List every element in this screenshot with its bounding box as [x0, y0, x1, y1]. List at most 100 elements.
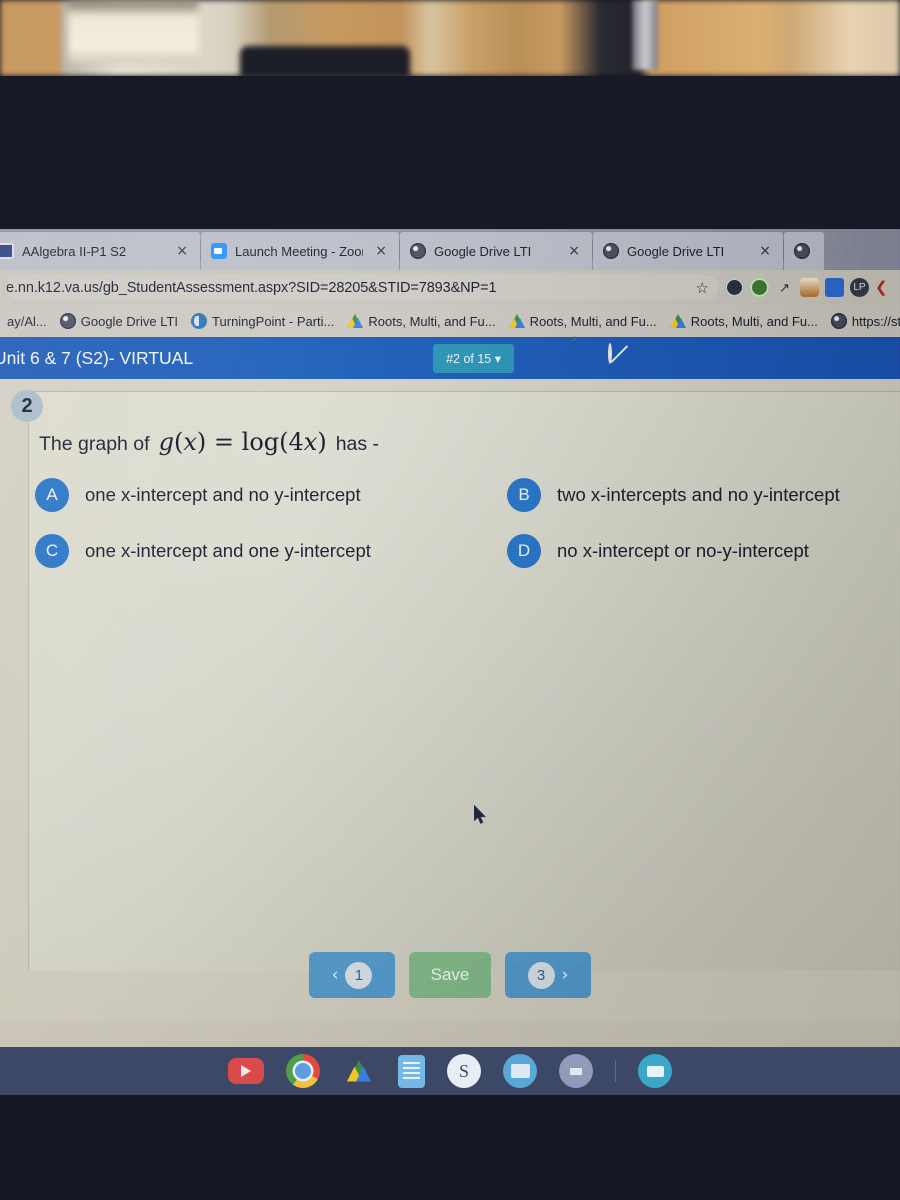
browser-tab-3-close-icon[interactable]: × — [564, 243, 584, 259]
chevron-right-icon: › — [561, 965, 569, 985]
browser-tab-2-label: Launch Meeting - Zoom — [235, 243, 364, 259]
google-drive-icon[interactable] — [342, 1054, 376, 1088]
google-drive-icon — [508, 314, 525, 328]
browser-toolbar: e.nn.k12.va.us/gb_StudentAssessment.aspx… — [0, 270, 900, 305]
bookmark-item-6[interactable]: https://stu — [828, 311, 900, 331]
browser-tab-4-label: Google Drive LTI — [627, 243, 725, 259]
assessment-title: Unit 6 & 7 (S2)- VIRTUAL — [0, 347, 194, 368]
browser-tab-4-close-icon[interactable]: × — [755, 243, 775, 259]
files-icon[interactable] — [503, 1054, 537, 1088]
next-question-button[interactable]: 3 › — [505, 952, 591, 998]
question-prompt-suffix: has - — [335, 433, 380, 455]
globe-icon — [794, 243, 810, 259]
browser-tab-3[interactable]: Google Drive LTI × — [400, 232, 592, 270]
answer-letter-c: C — [35, 534, 69, 568]
youtube-icon[interactable] — [228, 1058, 264, 1084]
bookmark-3-label: Roots, Multi, and Fu... — [368, 313, 496, 329]
zoom-icon — [211, 243, 227, 259]
puzzle-icon[interactable] — [825, 278, 844, 297]
answer-text-a: one x-intercept and no y-intercept — [85, 484, 361, 505]
browser-tab-2-close-icon[interactable]: × — [371, 243, 391, 259]
camera-icon[interactable] — [559, 1054, 593, 1088]
answer-letter-d: D — [507, 534, 541, 568]
chrome-icon[interactable] — [286, 1054, 320, 1088]
shelf-divider — [615, 1060, 616, 1082]
question-counter-dropdown[interactable]: #2 of 15 ▾ — [433, 343, 514, 373]
browser-tab-4[interactable]: Google Drive LTI × — [593, 232, 783, 270]
schoology-letter: S — [458, 1060, 469, 1081]
question-formula: g(x) = log(4x) — [158, 428, 327, 456]
answer-letter-a: A — [35, 478, 69, 512]
globe-icon — [830, 313, 847, 329]
globe-icon — [603, 243, 619, 259]
bookmark-item-3[interactable]: Roots, Multi, and Fu... — [344, 312, 498, 331]
address-bar[interactable]: e.nn.k12.va.us/gb_StudentAssessment.aspx… — [6, 275, 719, 300]
arrows-icon[interactable]: ↗ — [775, 278, 794, 297]
assessment-header-tools: #2 of 15 ▾ — [433, 343, 634, 373]
drive-triangle-icon — [347, 1060, 371, 1082]
answer-text-b: two x-intercepts and no y-intercept — [557, 484, 840, 505]
browser-tab-5-partial[interactable] — [784, 232, 824, 270]
google-drive-icon — [347, 314, 364, 328]
bookmark-item-5[interactable]: Roots, Multi, and Fu... — [667, 312, 821, 331]
bookmark-item-4[interactable]: Roots, Multi, and Fu... — [506, 312, 660, 331]
chevron-left-icon: ‹ — [331, 965, 339, 985]
save-button[interactable]: Save — [409, 952, 491, 998]
previous-question-number: 1 — [345, 961, 373, 989]
browser-tab-2[interactable]: Launch Meeting - Zoom × — [201, 232, 399, 270]
previous-question-button[interactable]: ‹ 1 — [309, 952, 395, 998]
document-icon[interactable] — [528, 345, 554, 371]
browser-tab-strip: AAlgebra II-P1 S2 × Launch Meeting - Zoo… — [0, 229, 900, 270]
browser-screen: AAlgebra II-P1 S2 × Launch Meeting - Zoo… — [0, 229, 900, 1047]
bookmark-0-label: ay/Al... — [7, 313, 47, 329]
browser-tab-1-close-icon[interactable]: × — [172, 243, 192, 259]
globe-icon — [59, 313, 76, 329]
shield-dark-icon[interactable] — [725, 278, 744, 297]
answer-letter-b: B — [507, 478, 541, 512]
bookmark-2-label: TurningPoint - Parti... — [212, 313, 335, 329]
room-pole — [632, 0, 658, 70]
bookmark-star-icon[interactable]: ☆ — [696, 279, 709, 297]
bookmarks-bar: ay/Al... Google Drive LTI TurningPoint -… — [0, 305, 900, 337]
pencil-icon[interactable] — [568, 345, 594, 371]
save-button-label: Save — [430, 965, 470, 984]
mouse-cursor — [474, 805, 487, 824]
answer-option-c[interactable]: C one x-intercept and one y-intercept — [35, 534, 507, 568]
question-number-badge: 2 — [11, 390, 43, 422]
question-card: 2 The graph of g(x) = log(4x) has - A on… — [11, 390, 900, 971]
bookmark-item-0[interactable]: ay/Al... — [4, 312, 50, 331]
turningpoint-icon — [191, 313, 208, 329]
question-prompt: The graph of g(x) = log(4x) has - — [39, 428, 379, 456]
schoology-icon[interactable]: S — [447, 1054, 481, 1088]
globe-icon — [410, 243, 426, 259]
lastpass-icon[interactable]: LP — [850, 278, 869, 297]
no-entry-icon[interactable] — [608, 343, 634, 371]
assessment-content-area: 2 The graph of g(x) = log(4x) has - A on… — [0, 379, 900, 1021]
browser-tab-1-label: AAlgebra II-P1 S2 — [22, 243, 127, 259]
room-window — [68, 0, 198, 64]
browser-tab-1[interactable]: AAlgebra II-P1 S2 × — [0, 232, 200, 270]
answer-option-a[interactable]: A one x-intercept and no y-intercept — [35, 478, 507, 512]
google-drive-icon — [669, 314, 686, 328]
chromeos-shelf: S — [0, 1047, 900, 1095]
laptop-lower-bezel — [0, 1095, 900, 1200]
answer-option-d[interactable]: D no x-intercept or no-y-intercept — [507, 534, 900, 568]
assessment-header: Unit 6 & 7 (S2)- VIRTUAL #2 of 15 ▾ — [0, 337, 900, 379]
bookmark-6-label: https://stu — [851, 313, 900, 329]
answer-option-b[interactable]: B two x-intercepts and no y-intercept — [507, 478, 900, 512]
photo-of-laptop-screen: AAlgebra II-P1 S2 × Launch Meeting - Zoo… — [0, 0, 900, 1200]
mouse-dropper-icon[interactable] — [800, 278, 819, 297]
shield-green-icon[interactable] — [750, 278, 769, 297]
google-docs-icon[interactable] — [398, 1054, 425, 1088]
url-text: e.nn.k12.va.us/gb_StudentAssessment.aspx… — [6, 279, 497, 296]
room-chair — [240, 46, 410, 78]
red-bird-icon[interactable]: ❮ — [875, 278, 894, 297]
bookmark-item-2[interactable]: TurningPoint - Parti... — [188, 311, 337, 331]
zoom-icon[interactable] — [638, 1054, 672, 1088]
bookmark-item-1[interactable]: Google Drive LTI — [57, 311, 181, 331]
school-icon — [0, 243, 14, 259]
bookmark-4-label: Roots, Multi, and Fu... — [529, 313, 657, 329]
answer-text-d: no x-intercept or no-y-intercept — [557, 540, 809, 561]
bookmark-1-label: Google Drive LTI — [80, 313, 179, 329]
answer-options: A one x-intercept and no y-intercept B t… — [35, 478, 900, 568]
